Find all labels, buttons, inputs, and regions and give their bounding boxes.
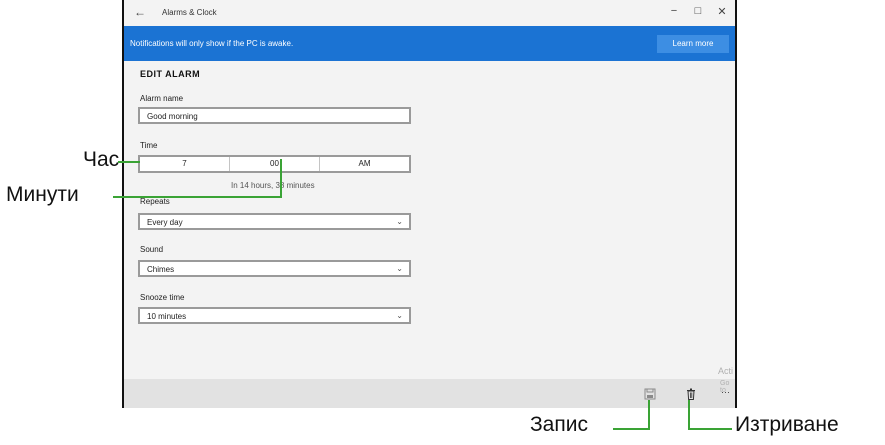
snooze-dropdown[interactable]: 10 minutes ⌄: [138, 307, 411, 324]
alarm-name-value: Good morning: [147, 112, 198, 121]
hour-field[interactable]: 7: [140, 157, 230, 171]
alarm-name-input[interactable]: Good morning: [138, 107, 411, 124]
hour-leader-line: [118, 161, 140, 163]
hour-annotation: Час: [83, 148, 120, 171]
time-picker[interactable]: 7 00 AM: [138, 155, 411, 173]
delete-annotation: Изтриване: [735, 413, 839, 436]
notification-banner: Notifications will only show if the PC i…: [124, 26, 735, 61]
activation-watermark: Acti: [718, 366, 734, 376]
save-leader-line-v: [648, 400, 650, 430]
delete-leader-line-v: [688, 400, 690, 430]
repeats-value: Every day: [147, 218, 183, 227]
minimize-button[interactable]: −: [664, 5, 684, 17]
time-until-hint: In 14 hours, 38 minutes: [231, 181, 315, 190]
snooze-value: 10 minutes: [147, 312, 187, 321]
learn-more-button[interactable]: Learn more: [657, 35, 729, 53]
title-bar: ← Alarms & Clock − □ ✕: [124, 0, 735, 26]
chevron-down-icon: ⌄: [396, 311, 403, 320]
delete-icon[interactable]: [685, 388, 697, 403]
sound-label: Sound: [140, 245, 164, 254]
ampm-field[interactable]: AM: [320, 157, 409, 171]
save-leader-line-h: [613, 428, 650, 430]
repeats-dropdown[interactable]: Every day ⌄: [138, 213, 411, 230]
page-title: EDIT ALARM: [140, 69, 201, 79]
window-title: Alarms & Clock: [162, 8, 217, 17]
minutes-leader-line-v: [280, 159, 282, 198]
snooze-label: Snooze time: [140, 293, 185, 302]
minutes-annotation: Минути: [6, 183, 79, 206]
command-bar: Go to ···: [124, 379, 735, 408]
back-arrow-icon[interactable]: ←: [134, 5, 146, 19]
chevron-down-icon: ⌄: [396, 264, 403, 273]
maximize-button[interactable]: □: [688, 5, 708, 17]
save-icon[interactable]: [644, 388, 656, 403]
app-window: ← Alarms & Clock − □ ✕ Notifications wil…: [122, 0, 737, 408]
chevron-down-icon: ⌄: [396, 217, 403, 226]
time-label: Time: [140, 141, 158, 150]
more-options-button[interactable]: ···: [721, 387, 730, 397]
minute-field[interactable]: 00: [230, 157, 320, 171]
alarm-name-label: Alarm name: [140, 94, 184, 103]
save-annotation: Запис: [530, 413, 588, 436]
repeats-label: Repeats: [140, 197, 170, 206]
close-button[interactable]: ✕: [712, 5, 732, 18]
delete-leader-line-h: [688, 428, 732, 430]
minutes-leader-line-h: [113, 196, 282, 198]
banner-message: Notifications will only show if the PC i…: [130, 39, 294, 48]
sound-value: Chimes: [147, 265, 175, 274]
sound-dropdown[interactable]: Chimes ⌄: [138, 260, 411, 277]
